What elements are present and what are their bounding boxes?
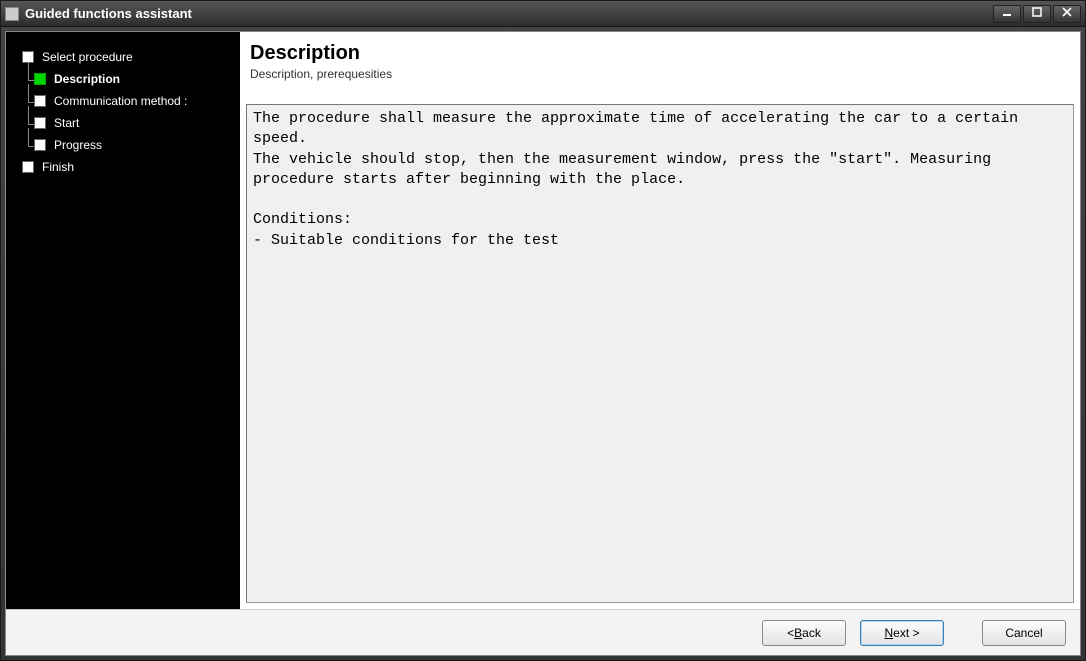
button-bar: < Back Next > Cancel: [6, 609, 1080, 655]
maximize-button[interactable]: [1023, 5, 1051, 23]
wizard-steps: Select procedure Description Communication…: [14, 46, 232, 178]
description-text[interactable]: The procedure shall measure the approxim…: [246, 104, 1074, 603]
close-icon: [1062, 7, 1072, 20]
wizard-step-start[interactable]: Start: [14, 112, 232, 134]
maximize-icon: [1032, 7, 1042, 20]
step-label: Communication method :: [54, 94, 187, 108]
next-button[interactable]: Next >: [860, 620, 944, 646]
wizard-step-communication-method[interactable]: Communication method :: [14, 90, 232, 112]
accelerator-underline: B: [794, 626, 802, 640]
content-row: Select procedure Description Communication…: [6, 32, 1080, 609]
cancel-button[interactable]: Cancel: [982, 620, 1066, 646]
wizard-step-finish[interactable]: Finish: [14, 156, 232, 178]
step-label: Description: [54, 72, 120, 86]
main-panel: Description Description, prerequesities …: [240, 32, 1080, 609]
accelerator-underline: N: [884, 626, 893, 640]
wizard-sidebar: Select procedure Description Communication…: [6, 32, 240, 609]
back-button[interactable]: < Back: [762, 620, 846, 646]
step-marker-icon: [34, 73, 46, 85]
dialog-inner: Select procedure Description Communication…: [5, 31, 1081, 656]
step-marker-icon: [22, 161, 34, 173]
page-header: Description Description, prerequesities: [240, 32, 1080, 90]
wizard-step-select-procedure[interactable]: Select procedure: [14, 46, 232, 68]
step-label: Progress: [54, 138, 102, 152]
step-marker-icon: [34, 117, 46, 129]
close-button[interactable]: [1053, 5, 1081, 23]
wizard-step-description[interactable]: Description: [14, 68, 232, 90]
window-title: Guided functions assistant: [25, 6, 993, 21]
step-label: Finish: [42, 160, 74, 174]
step-label: Select procedure: [42, 50, 133, 64]
titlebar[interactable]: Guided functions assistant: [1, 1, 1085, 27]
page-subtitle: Description, prerequesities: [250, 67, 1066, 81]
window-controls: [993, 5, 1081, 23]
step-marker-icon: [34, 139, 46, 151]
wizard-step-progress[interactable]: Progress: [14, 134, 232, 156]
step-marker-icon: [34, 95, 46, 107]
step-label: Start: [54, 116, 79, 130]
page-title: Description: [250, 42, 1066, 65]
minimize-button[interactable]: [993, 5, 1021, 23]
minimize-icon: [1002, 7, 1012, 20]
app-window: Guided functions assistant Select: [0, 0, 1086, 661]
app-icon: [5, 7, 19, 21]
